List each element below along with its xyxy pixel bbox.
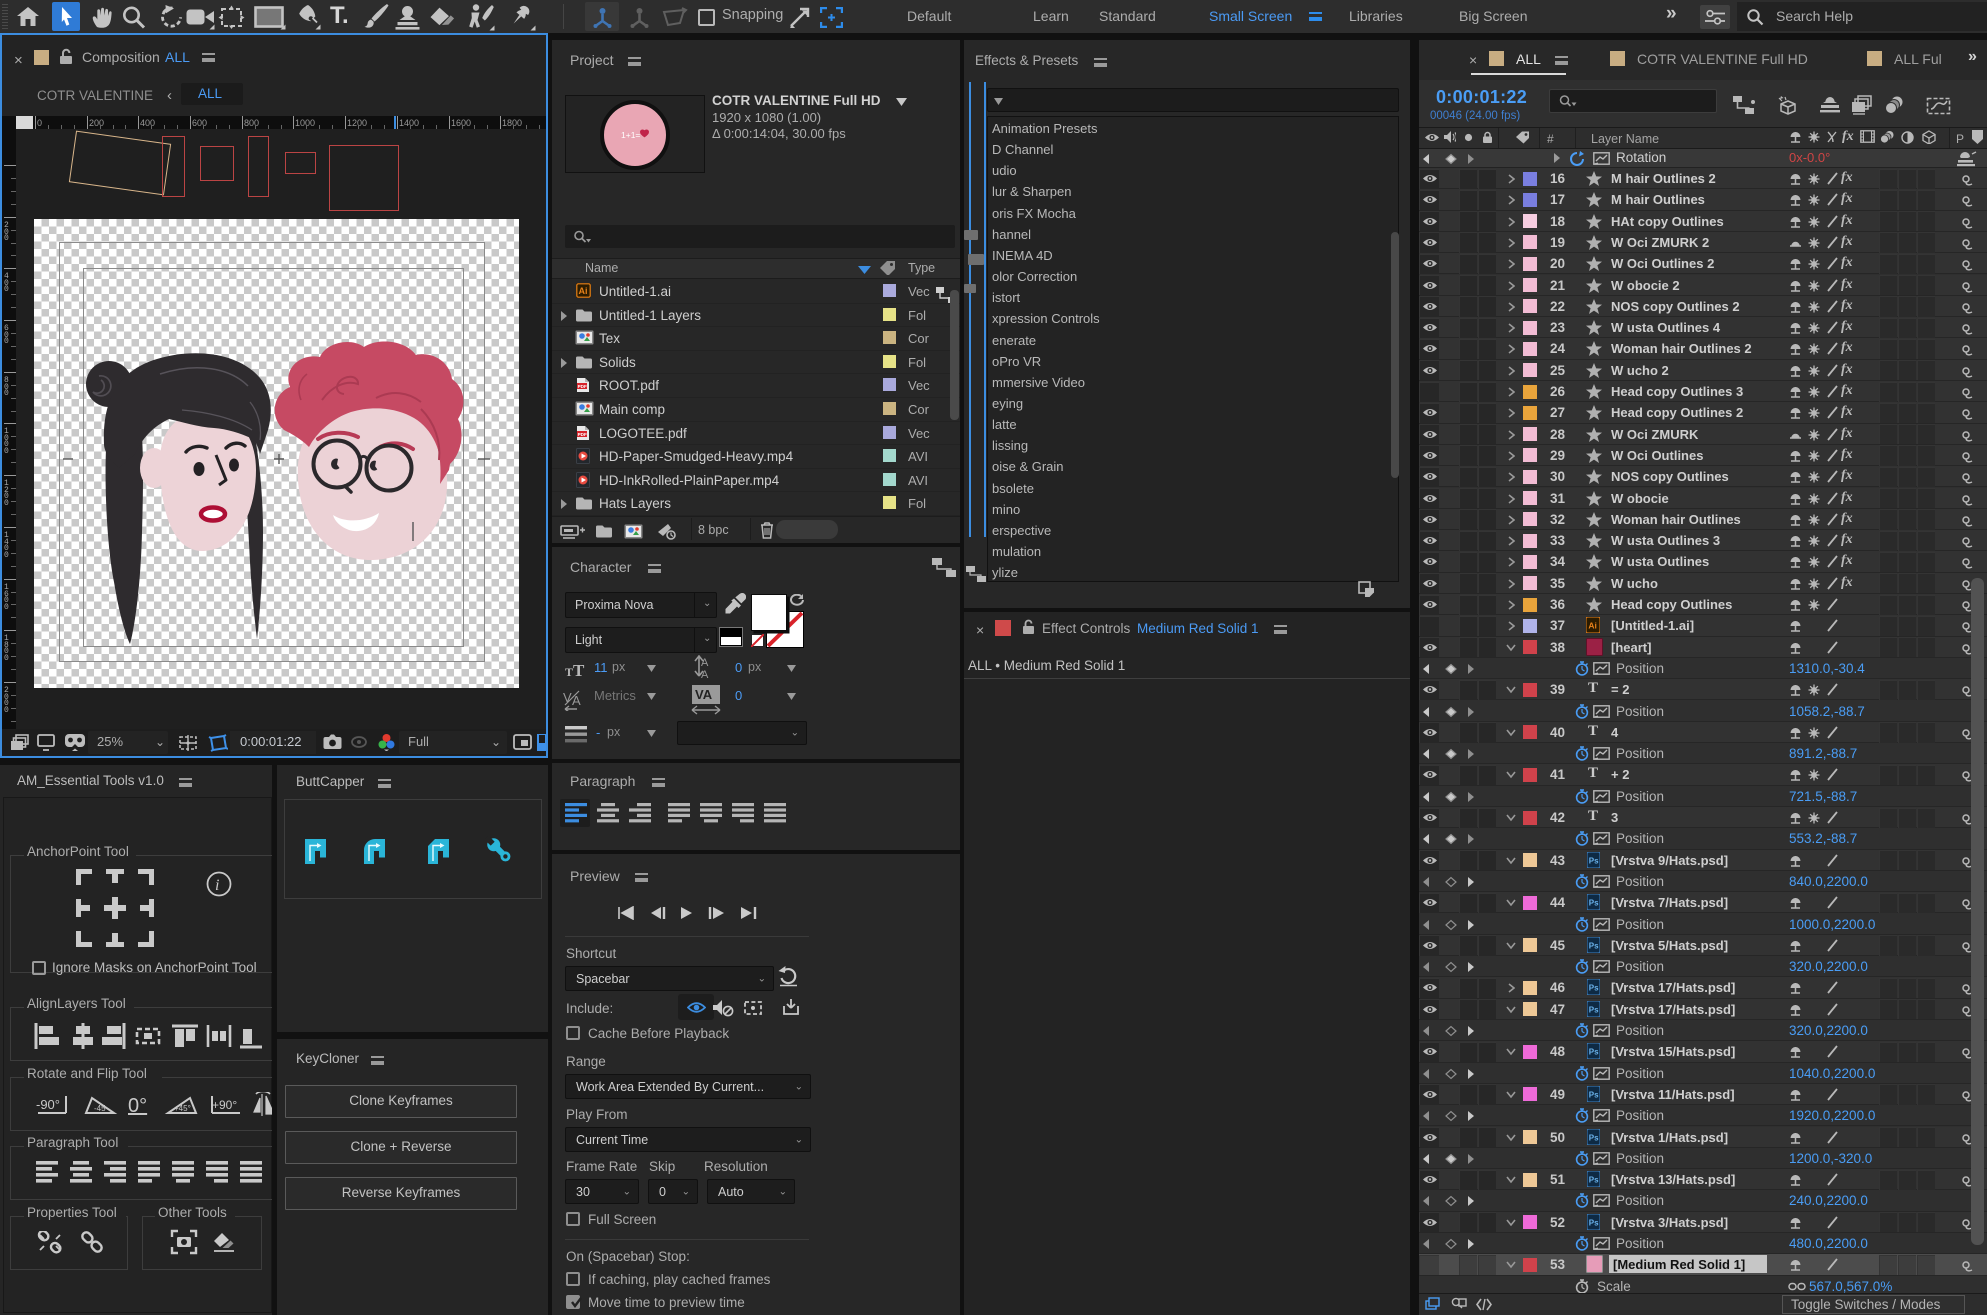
svg-text:Ps: Ps <box>1589 1090 1599 1099</box>
svg-text:Ps: Ps <box>1589 941 1599 950</box>
svg-text:-90°: -90° <box>36 1097 60 1112</box>
svg-text:Ps: Ps <box>1589 984 1599 993</box>
svg-text:Ps: Ps <box>1589 899 1599 908</box>
svg-text:+90°: +90° <box>212 1098 237 1112</box>
svg-text:Ai: Ai <box>579 286 588 296</box>
svg-text:A: A <box>572 693 581 708</box>
svg-text:PDF: PDF <box>578 384 587 389</box>
svg-text:+45°: +45° <box>174 1104 191 1113</box>
svg-text:A: A <box>701 669 709 679</box>
svg-text:Ps: Ps <box>1589 1048 1599 1057</box>
svg-text:A: A <box>701 657 709 669</box>
svg-text:Ai: Ai <box>1588 621 1597 631</box>
svg-text:Ps: Ps <box>1589 1176 1599 1185</box>
svg-text:Ps: Ps <box>1589 856 1599 865</box>
svg-text:i: i <box>215 877 219 894</box>
svg-text:0°: 0° <box>128 1095 147 1117</box>
svg-text:1+1=: 1+1= <box>621 130 640 140</box>
svg-text:Ps: Ps <box>1589 1133 1599 1142</box>
svg-text:Ps: Ps <box>1589 1218 1599 1227</box>
svg-text:PDF: PDF <box>578 432 587 437</box>
svg-text:-45: -45 <box>94 1104 106 1113</box>
svg-text:T: T <box>565 665 573 677</box>
svg-text:T: T <box>573 661 585 677</box>
svg-text:Ps: Ps <box>1589 1005 1599 1014</box>
